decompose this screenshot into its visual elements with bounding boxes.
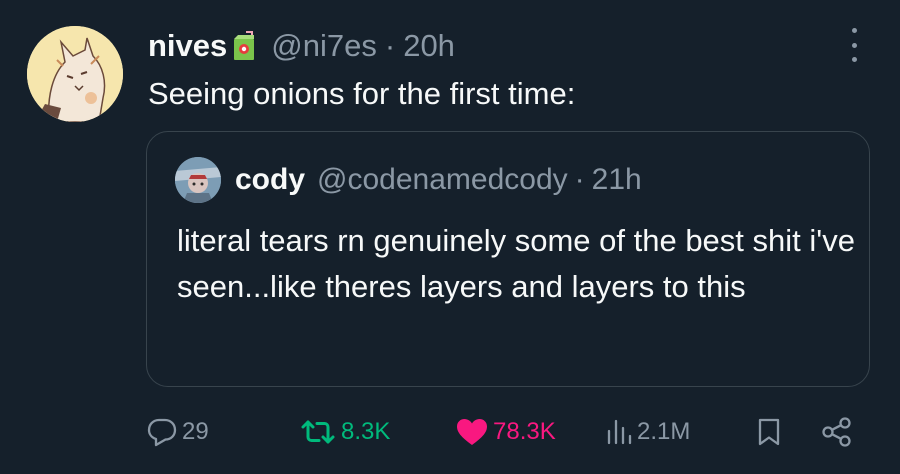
views-icon [605, 417, 633, 447]
author-avatar[interactable] [27, 26, 123, 122]
more-icon [851, 28, 857, 33]
quoted-post[interactable]: cody @codenamedcody · 21h literal tears … [146, 131, 870, 387]
quoted-post-text: literal tears rn genuinely some of the b… [177, 223, 855, 304]
repost-count: 8.3K [341, 418, 391, 445]
share-icon [820, 416, 854, 448]
share-button[interactable] [820, 410, 854, 454]
action-bar: 29 8.3K 78.3K 2.1M [0, 410, 900, 454]
heart-icon [455, 417, 489, 447]
like-button[interactable]: 78.3K [455, 410, 556, 454]
bookmark-button[interactable] [756, 410, 782, 454]
like-count: 78.3K [493, 418, 556, 445]
separator-dot: · [574, 163, 585, 196]
quoted-post-timestamp: 21h [591, 163, 642, 196]
views-button[interactable]: 2.1M [605, 410, 690, 454]
author-display-name[interactable]: nives [148, 28, 227, 64]
post-timestamp[interactable]: 20h [403, 28, 455, 64]
repost-icon [299, 417, 337, 447]
more-options-button[interactable] [843, 28, 865, 62]
repost-button[interactable]: 8.3K [299, 410, 390, 454]
post[interactable]: nives @ni7es · 20h Seeing onions for the… [0, 0, 900, 474]
quoted-post-header: cody @codenamedcody · 21h [235, 160, 642, 200]
reply-count: 29 [182, 418, 209, 445]
quoted-author-handle: @codenamedcody [317, 163, 568, 196]
post-text: Seeing onions for the first time: [148, 76, 576, 111]
beverage-box-icon [231, 31, 257, 61]
post-header: nives @ni7es · 20h [148, 24, 455, 68]
author-handle[interactable]: @ni7es [271, 28, 377, 64]
reply-icon [146, 417, 178, 447]
separator-dot: · [384, 28, 396, 63]
quoted-author-avatar [175, 157, 221, 203]
quoted-author-display-name: cody [235, 163, 306, 196]
view-count: 2.1M [637, 418, 691, 445]
bookmark-icon [756, 417, 782, 447]
reply-button[interactable]: 29 [146, 410, 209, 454]
